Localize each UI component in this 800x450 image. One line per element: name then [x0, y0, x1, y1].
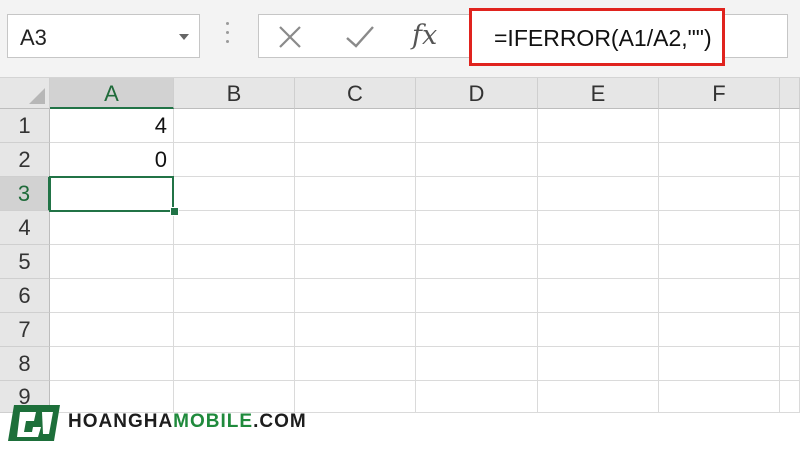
- cell-e6[interactable]: [538, 279, 659, 313]
- column-header-f[interactable]: F: [659, 78, 780, 109]
- row-header-5[interactable]: 5: [0, 245, 50, 279]
- cell-g8[interactable]: [780, 347, 800, 381]
- cell-e1[interactable]: [538, 109, 659, 143]
- brand-logo-icon: [8, 405, 60, 441]
- column-header-c[interactable]: C: [295, 78, 416, 109]
- cell-a6[interactable]: [50, 279, 174, 313]
- cell-f9[interactable]: [659, 381, 780, 413]
- row-header-6[interactable]: 6: [0, 279, 50, 313]
- cell-d6[interactable]: [416, 279, 538, 313]
- cell-e8[interactable]: [538, 347, 659, 381]
- cell-a5[interactable]: [50, 245, 174, 279]
- cell-d9[interactable]: [416, 381, 538, 413]
- cell-f5[interactable]: [659, 245, 780, 279]
- cell-f1[interactable]: [659, 109, 780, 143]
- cell-f6[interactable]: [659, 279, 780, 313]
- select-all-button[interactable]: [0, 78, 50, 109]
- column-header-e[interactable]: E: [538, 78, 659, 109]
- cell-g2[interactable]: [780, 143, 800, 177]
- cell-c9[interactable]: [295, 381, 416, 413]
- cell-a2[interactable]: 0: [50, 143, 174, 177]
- cell-d7[interactable]: [416, 313, 538, 347]
- cell-g9[interactable]: [780, 381, 800, 413]
- cell-d5[interactable]: [416, 245, 538, 279]
- column-header-a[interactable]: A: [50, 78, 174, 109]
- row-header-1[interactable]: 1: [0, 109, 50, 143]
- cell-b5[interactable]: [174, 245, 295, 279]
- formula-input[interactable]: =IFERROR(A1/A2,""): [469, 8, 725, 66]
- cell-a8[interactable]: [50, 347, 174, 381]
- column-header-b[interactable]: B: [174, 78, 295, 109]
- cell-b2[interactable]: [174, 143, 295, 177]
- row-header-3[interactable]: 3: [0, 177, 50, 211]
- column-header-d[interactable]: D: [416, 78, 538, 109]
- cell-f7[interactable]: [659, 313, 780, 347]
- cell-e5[interactable]: [538, 245, 659, 279]
- select-all-icon: [29, 88, 45, 104]
- cell-d1[interactable]: [416, 109, 538, 143]
- cell-c3[interactable]: [295, 177, 416, 211]
- cell-a1[interactable]: 4: [50, 109, 174, 143]
- cell-e3[interactable]: [538, 177, 659, 211]
- cell-c7[interactable]: [295, 313, 416, 347]
- formula-text: =IFERROR(A1/A2,""): [494, 25, 712, 51]
- cancel-icon[interactable]: [277, 24, 303, 50]
- cell-b1[interactable]: [174, 109, 295, 143]
- cell-c5[interactable]: [295, 245, 416, 279]
- brand-watermark: HOANGHAMOBILE.COM: [6, 401, 306, 445]
- check-icon[interactable]: [344, 24, 376, 50]
- row-header-2[interactable]: 2: [0, 143, 50, 177]
- brand-text-mobile: MOBILE: [173, 411, 254, 432]
- cell-a7[interactable]: [50, 313, 174, 347]
- insert-function-icon[interactable]: fx: [412, 20, 437, 51]
- cell-b3[interactable]: [174, 177, 295, 211]
- chevron-down-icon[interactable]: [179, 34, 189, 40]
- name-box-value: A3: [20, 25, 47, 50]
- cell-g7[interactable]: [780, 313, 800, 347]
- brand-wordmark: HOANGHAMOBILE.COM: [68, 411, 307, 433]
- cell-g4[interactable]: [780, 211, 800, 245]
- cell-b4[interactable]: [174, 211, 295, 245]
- cell-d8[interactable]: [416, 347, 538, 381]
- cell-f3[interactable]: [659, 177, 780, 211]
- cell-b8[interactable]: [174, 347, 295, 381]
- cell-g5[interactable]: [780, 245, 800, 279]
- cell-g3[interactable]: [780, 177, 800, 211]
- cell-b6[interactable]: [174, 279, 295, 313]
- cell-d4[interactable]: [416, 211, 538, 245]
- active-cell-a3[interactable]: [49, 176, 174, 212]
- cell-f4[interactable]: [659, 211, 780, 245]
- brand-text-com: .COM: [253, 411, 307, 432]
- cell-e9[interactable]: [538, 381, 659, 413]
- cell-a4[interactable]: [50, 211, 174, 245]
- cell-d2[interactable]: [416, 143, 538, 177]
- row-header-7[interactable]: 7: [0, 313, 50, 347]
- cell-c4[interactable]: [295, 211, 416, 245]
- cell-c8[interactable]: [295, 347, 416, 381]
- cell-c1[interactable]: [295, 109, 416, 143]
- cell-c2[interactable]: [295, 143, 416, 177]
- fill-handle[interactable]: [170, 207, 179, 216]
- column-header-g[interactable]: [780, 78, 800, 109]
- formula-bar: A3 fx =IFERROR(A1/A2,""): [0, 0, 800, 78]
- brand-text-hoangha: HOANGHA: [68, 411, 174, 432]
- cell-f2[interactable]: [659, 143, 780, 177]
- cell-b7[interactable]: [174, 313, 295, 347]
- cell-e2[interactable]: [538, 143, 659, 177]
- cell-e4[interactable]: [538, 211, 659, 245]
- cell-g1[interactable]: [780, 109, 800, 143]
- cell-g6[interactable]: [780, 279, 800, 313]
- cell-e7[interactable]: [538, 313, 659, 347]
- cell-c6[interactable]: [295, 279, 416, 313]
- cell-d3[interactable]: [416, 177, 538, 211]
- name-box[interactable]: A3: [7, 14, 200, 58]
- drag-handle-icon[interactable]: [226, 22, 230, 48]
- cell-f8[interactable]: [659, 347, 780, 381]
- row-header-4[interactable]: 4: [0, 211, 50, 245]
- row-header-8[interactable]: 8: [0, 347, 50, 381]
